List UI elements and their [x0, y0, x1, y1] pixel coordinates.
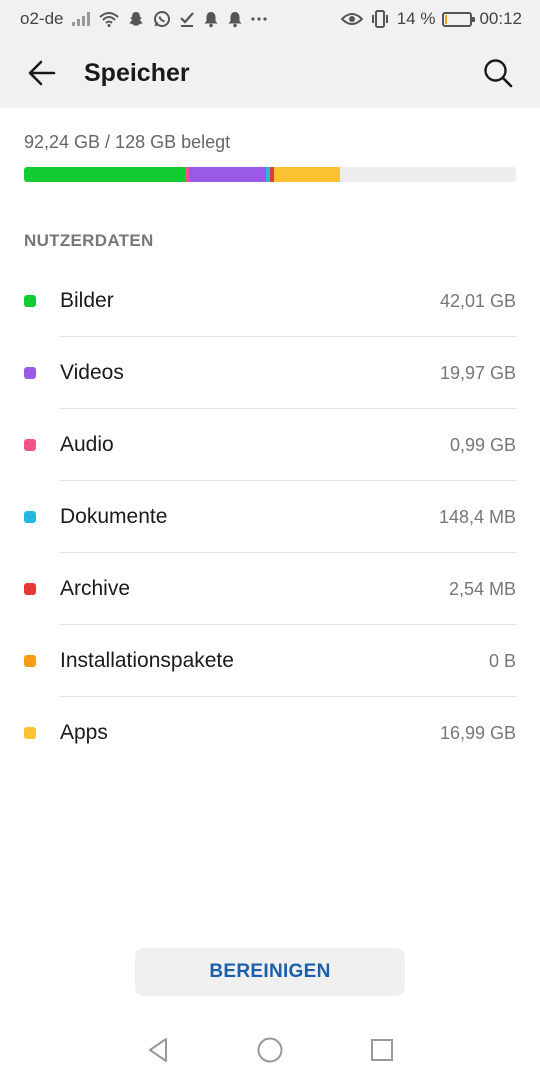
usage-segment-videos: [189, 167, 266, 182]
category-color-dot: [24, 511, 36, 523]
category-size: 19,97 GB: [439, 362, 516, 383]
whatsapp-icon: [153, 9, 171, 29]
snapchat-icon: [127, 9, 145, 29]
eye-icon: [340, 9, 363, 29]
status-bar: o2-de 14 % 00:12: [0, 0, 540, 38]
category-color-dot: [24, 583, 36, 595]
category-color-dot: [24, 295, 36, 307]
category-row-archive[interactable]: Archive 2,54 MB: [0, 553, 540, 625]
category-label: Archive: [60, 577, 131, 600]
recents-square-icon: [371, 1039, 393, 1061]
category-label: Audio: [60, 433, 114, 456]
signal-icon: [71, 9, 91, 29]
category-color-dot: [24, 727, 36, 739]
bell-icon: [227, 9, 243, 29]
category-color-dot: [24, 439, 36, 451]
storage-category-list: Bilder 42,01 GB Videos 19,97 GB Audio 0,99 GB…: [0, 265, 540, 769]
storage-usage-summary: 92,24 GB / 128 GB belegt: [24, 132, 231, 152]
clean-button[interactable]: BEREINIGEN: [135, 948, 405, 996]
nav-home-button[interactable]: [255, 1035, 285, 1065]
category-size: 0 B: [488, 650, 516, 671]
clock: 00:12: [479, 9, 522, 28]
check-icon: [179, 9, 195, 29]
category-size: 2,54 MB: [448, 578, 516, 599]
storage-usage-bar: [24, 167, 516, 182]
back-triangle-icon: [149, 1038, 167, 1062]
back-button[interactable]: [22, 53, 62, 93]
vibrate-icon: [370, 9, 390, 29]
category-size: 16,99 GB: [439, 722, 516, 743]
search-icon: [484, 59, 513, 88]
battery-percent: 14 %: [396, 9, 436, 28]
search-button[interactable]: [478, 53, 518, 93]
category-size: 148,4 MB: [438, 506, 516, 527]
storage-screen: o2-de 14 % 00:12 Speicher 92,24 GB / 128…: [0, 0, 540, 1080]
category-size: 42,01 GB: [439, 290, 516, 311]
more-icon: [251, 9, 268, 29]
category-label: Apps: [60, 721, 108, 744]
category-row-videos[interactable]: Videos 19,97 GB: [0, 337, 540, 409]
nav-back-button[interactable]: [143, 1035, 173, 1065]
bell-icon: [203, 9, 219, 29]
category-size: 0,99 GB: [449, 434, 516, 455]
category-color-dot: [24, 655, 36, 667]
page-title: Speicher: [84, 58, 190, 87]
navigation-bar: [0, 1020, 540, 1080]
carrier-label: o2-de: [20, 9, 64, 28]
usage-segment-bilder: [24, 167, 186, 182]
category-row-audio[interactable]: Audio 0,99 GB: [0, 409, 540, 481]
battery-level-fill: [445, 14, 448, 24]
category-label: Videos: [60, 361, 124, 384]
arrow-left-icon: [28, 60, 56, 86]
category-label: Bilder: [60, 289, 114, 312]
section-title-user-data: NUTZERDATEN: [24, 231, 154, 250]
category-row-apps[interactable]: Apps 16,99 GB: [0, 697, 540, 769]
category-label: Installationspakete: [60, 649, 234, 672]
category-row-installationspakete[interactable]: Installationspakete 0 B: [0, 625, 540, 697]
category-label: Dokumente: [60, 505, 168, 528]
app-bar: Speicher: [0, 38, 540, 108]
home-circle-icon: [257, 1037, 283, 1063]
category-row-bilder[interactable]: Bilder 42,01 GB: [0, 265, 540, 337]
nav-recents-button[interactable]: [367, 1035, 397, 1065]
usage-segment-apps: [274, 167, 340, 182]
category-row-dokumente[interactable]: Dokumente 148,4 MB: [0, 481, 540, 553]
wifi-icon: [99, 9, 120, 29]
category-color-dot: [24, 367, 36, 379]
battery-icon: [442, 11, 476, 27]
